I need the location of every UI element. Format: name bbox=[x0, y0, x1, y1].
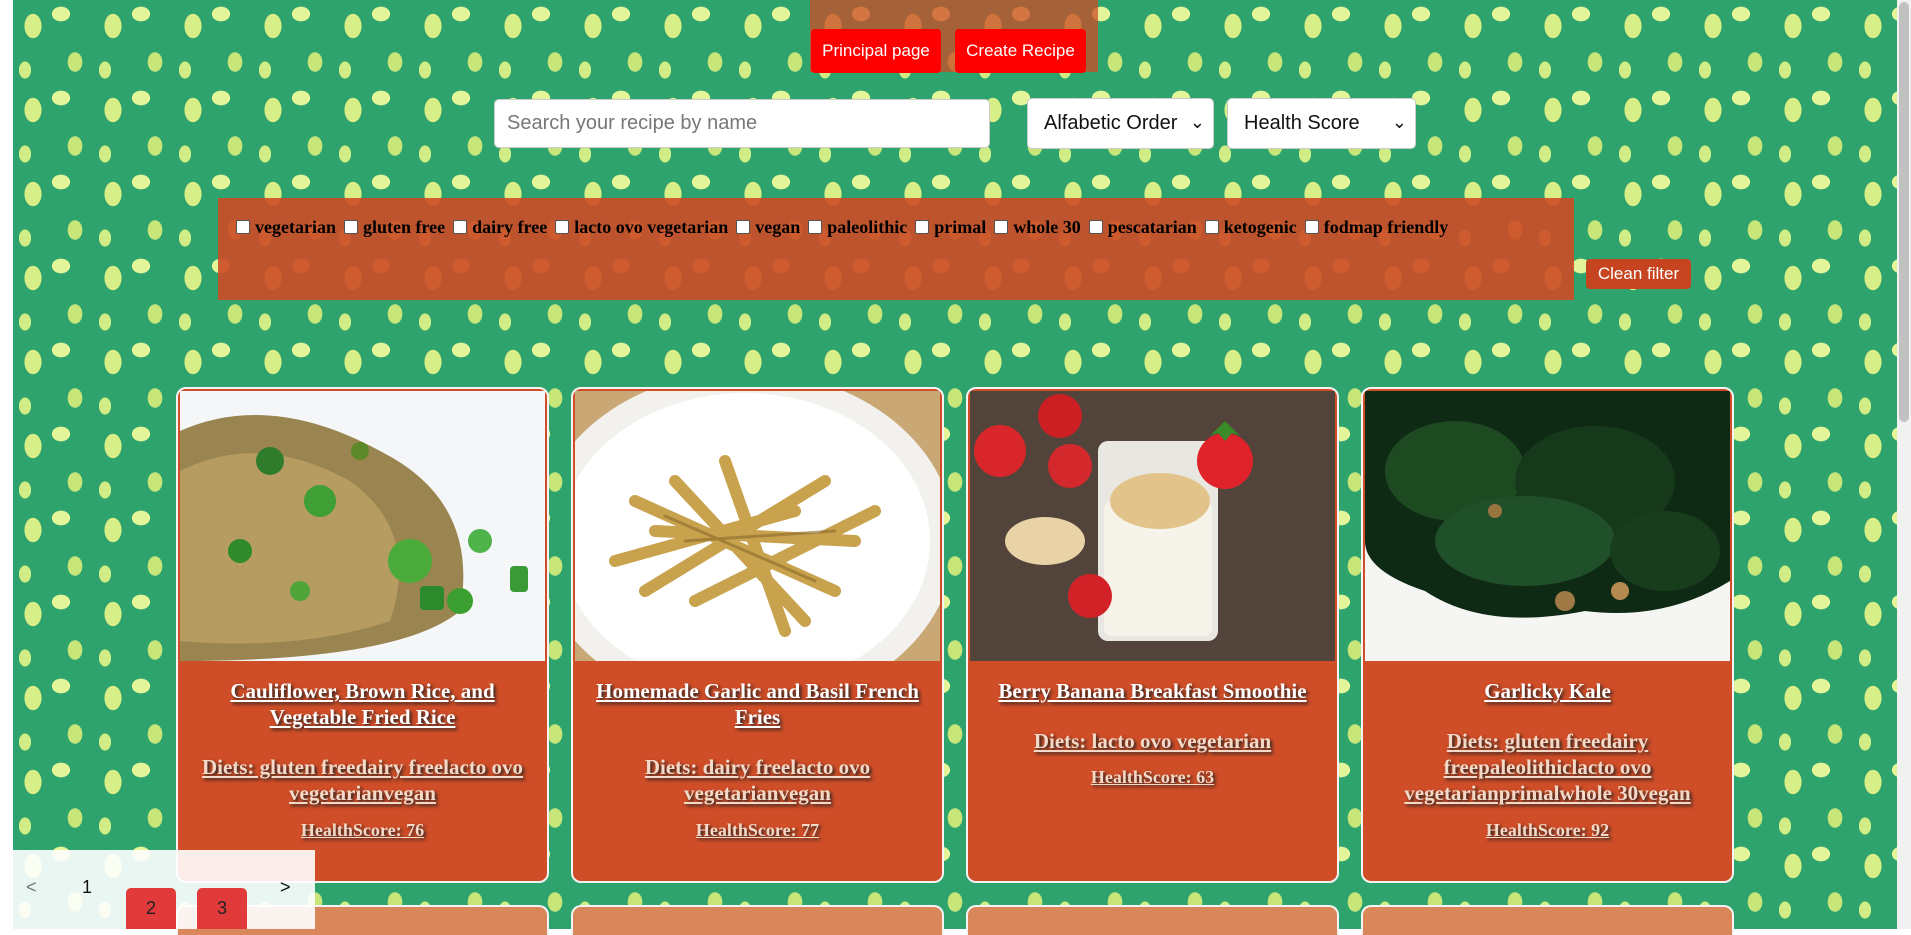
checkbox-gluten-free[interactable] bbox=[343, 220, 358, 234]
checkbox-lacto-ovo-vegetarian[interactable] bbox=[555, 220, 570, 234]
search-input[interactable] bbox=[494, 99, 990, 148]
recipe-diets: Diets: gluten freedairy freelacto ovo ve… bbox=[201, 755, 524, 805]
prev-page-button[interactable]: < bbox=[26, 877, 37, 898]
diet-label: lacto ovo vegetarian bbox=[574, 216, 729, 237]
recipe-health-score: HealthScore: 77 bbox=[695, 820, 820, 840]
recipe-health-score: HealthScore: 63 bbox=[1090, 767, 1215, 787]
recipe-health-score: HealthScore: 92 bbox=[1485, 820, 1610, 840]
alphabetic-order-select[interactable]: Alfabetic Order ⌄ bbox=[1027, 98, 1214, 149]
alphabetic-order-value: Alfabetic Order bbox=[1044, 112, 1178, 134]
diet-label: paleolithic bbox=[827, 216, 908, 237]
checkbox-dairy-free[interactable] bbox=[453, 220, 468, 234]
recipe-title[interactable]: Cauliflower, Brown Rice, and Vegetable F… bbox=[188, 678, 537, 730]
recipe-card[interactable]: Garlicky Kale Diets: gluten freedairy fr… bbox=[1361, 387, 1734, 883]
diet-label: vegan bbox=[755, 216, 801, 237]
chevron-down-icon: ⌄ bbox=[1391, 112, 1407, 132]
checkbox-whole-30[interactable] bbox=[994, 220, 1009, 234]
page-3-button[interactable]: 3 bbox=[197, 888, 247, 929]
diet-label: fodmap friendly bbox=[1323, 216, 1449, 237]
diet-label: ketogenic bbox=[1223, 216, 1297, 237]
next-page-button[interactable]: > bbox=[280, 877, 291, 898]
recipe-title[interactable]: Berry Banana Breakfast Smoothie bbox=[978, 678, 1327, 704]
checkbox-paleolithic[interactable] bbox=[808, 220, 823, 234]
checkbox-fodmap-friendly[interactable] bbox=[1304, 220, 1319, 234]
create-recipe-button[interactable]: Create Recipe bbox=[955, 29, 1086, 73]
diet-label: vegetarian bbox=[255, 216, 336, 237]
recipe-image-smoothie bbox=[970, 391, 1335, 661]
recipe-card-partial[interactable] bbox=[1361, 905, 1734, 935]
recipe-title[interactable]: Homemade Garlic and Basil French Fries bbox=[583, 678, 932, 730]
recipe-card[interactable]: Berry Banana Breakfast Smoothie Diets: l… bbox=[966, 387, 1339, 883]
checkbox-pescatarian[interactable] bbox=[1088, 220, 1103, 234]
recipe-diets: Diets: lacto ovo vegetarian bbox=[1033, 729, 1272, 753]
chevron-down-icon: ⌄ bbox=[1189, 112, 1205, 132]
checkbox-vegan[interactable] bbox=[736, 220, 751, 234]
recipe-card-partial[interactable] bbox=[571, 905, 944, 935]
principal-page-button[interactable]: Principal page bbox=[811, 29, 941, 73]
recipe-image-kale bbox=[1365, 391, 1730, 661]
recipe-card[interactable]: Cauliflower, Brown Rice, and Vegetable F… bbox=[176, 387, 549, 883]
recipe-image-french-fries bbox=[575, 391, 940, 661]
checkbox-vegetarian[interactable] bbox=[236, 220, 250, 234]
recipe-card[interactable]: Homemade Garlic and Basil French Fries D… bbox=[571, 387, 944, 883]
page-2-button[interactable]: 2 bbox=[126, 888, 176, 929]
page-1-button[interactable]: 1 bbox=[82, 877, 92, 898]
checkbox-ketogenic[interactable] bbox=[1204, 220, 1219, 234]
recipe-diets: Diets: gluten freedairy freepaleolithicl… bbox=[1404, 729, 1691, 805]
diet-label: gluten free bbox=[362, 216, 446, 237]
health-score-value: Health Score bbox=[1244, 112, 1360, 134]
recipe-image-fried-rice bbox=[180, 391, 545, 661]
clean-filter-button[interactable]: Clean filter bbox=[1586, 259, 1691, 289]
diet-label: primal bbox=[934, 216, 987, 237]
scrollbar-thumb[interactable] bbox=[1899, 2, 1909, 422]
recipe-diets: Diets: dairy freelacto ovo vegetarianveg… bbox=[644, 755, 871, 805]
diet-filter-list: vegetarian gluten free dairy free lacto … bbox=[236, 214, 1456, 240]
recipe-health-score: HealthScore: 76 bbox=[300, 820, 425, 840]
diet-label: whole 30 bbox=[1013, 216, 1081, 237]
diet-label: pescatarian bbox=[1107, 216, 1197, 237]
health-score-select[interactable]: Health Score ⌄ bbox=[1227, 98, 1416, 149]
diet-label: dairy free bbox=[472, 216, 548, 237]
checkbox-primal[interactable] bbox=[915, 220, 930, 234]
recipe-card-partial[interactable] bbox=[966, 905, 1339, 935]
recipe-title[interactable]: Garlicky Kale bbox=[1373, 678, 1722, 704]
